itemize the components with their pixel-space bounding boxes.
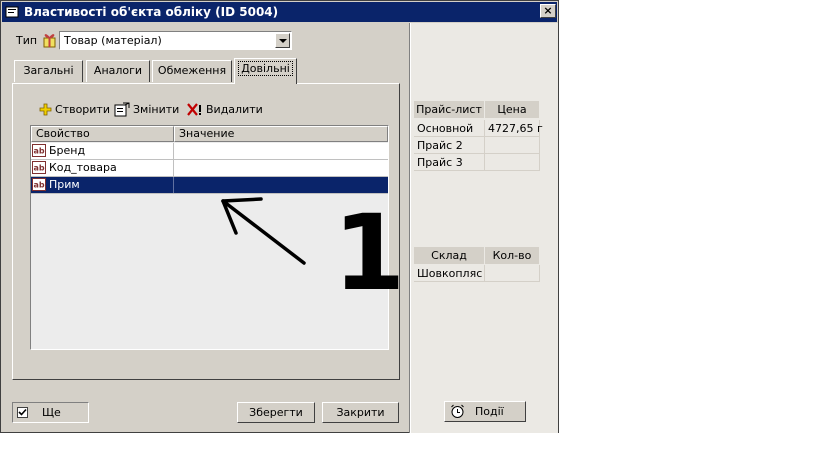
svg-text:ab: ab [34, 164, 45, 173]
column-header-value[interactable]: Значение [174, 126, 388, 142]
tab-analogs-label: Аналоги [93, 64, 143, 77]
window-title: Властивості об'єкта обліку (ID 5004) [24, 5, 279, 19]
more-checkbox-group[interactable]: Ще [12, 402, 89, 423]
tab-analogs[interactable]: Аналоги [86, 60, 150, 82]
delete-button-label: Видалити [206, 102, 263, 116]
column-divider [173, 160, 174, 176]
tab-custom[interactable]: Довільні [234, 58, 297, 84]
tab-restrictions-label: Обмеження [157, 64, 227, 77]
create-button[interactable]: Створити [39, 101, 110, 117]
svg-text:ab: ab [34, 147, 45, 156]
tab-restrictions[interactable]: Обмеження [152, 60, 232, 82]
price-row-value[interactable] [485, 137, 540, 154]
column-header-property[interactable]: Свойство [31, 126, 174, 142]
text-field-icon: ab [32, 161, 46, 174]
events-button-label: Події [475, 405, 504, 418]
column-divider [173, 177, 174, 193]
stock-header-qty: Кол-во [485, 247, 539, 264]
right-panel [411, 23, 558, 433]
chevron-down-icon[interactable] [275, 33, 290, 48]
delete-button[interactable]: Видалити [187, 101, 263, 117]
alarm-clock-icon [451, 404, 464, 418]
price-header-name: Прайс-лист [414, 101, 484, 118]
properties-dialog: Властивості об'єкта обліку (ID 5004) × Т… [0, 0, 559, 433]
annotation-number: 1 [333, 192, 406, 314]
edit-button[interactable]: Змінити [114, 101, 179, 117]
price-row-name[interactable]: Прайс 2 [414, 137, 485, 154]
price-row-name[interactable]: Прайс 3 [414, 154, 485, 171]
cell-property: Прим [49, 178, 80, 191]
window-icon [5, 6, 19, 18]
table-row[interactable]: ab Код_товара [31, 160, 388, 177]
cell-property: Код_товара [49, 161, 117, 174]
text-field-icon: ab [32, 178, 46, 191]
stock-row-warehouse[interactable]: Шовкопляс [414, 265, 485, 282]
close-button[interactable]: × [540, 4, 556, 18]
type-select-value: Товар (матеріал) [64, 34, 162, 47]
text-field-icon: ab [32, 144, 46, 157]
price-header-price: Цена [485, 101, 539, 118]
price-row-value[interactable] [485, 154, 540, 171]
delete-icon [187, 102, 201, 116]
svg-text:ab: ab [34, 181, 45, 190]
type-label: Тип [16, 34, 38, 47]
column-divider [173, 143, 174, 159]
tab-general[interactable]: Загальні [14, 60, 83, 82]
stock-header-warehouse: Склад [414, 247, 484, 264]
stock-row-qty[interactable] [485, 265, 540, 282]
price-row-value[interactable]: 4727,65 г [485, 120, 543, 137]
table-row[interactable]: ab Бренд [31, 143, 388, 160]
price-row-name[interactable]: Основной [414, 120, 485, 137]
checkmark-icon [18, 408, 27, 416]
more-checkbox[interactable] [17, 407, 28, 418]
edit-button-label: Змінити [133, 102, 180, 116]
type-select[interactable]: Товар (матеріал) [59, 31, 292, 50]
plus-icon [39, 103, 52, 115]
events-button[interactable]: Події [444, 401, 526, 422]
gift-box-icon [43, 34, 56, 48]
more-label: Ще [42, 406, 61, 419]
close-dialog-button[interactable]: Закрити [322, 402, 399, 423]
save-button[interactable]: Зберегти [237, 402, 315, 423]
cell-property: Бренд [49, 144, 86, 157]
edit-properties-icon [114, 102, 130, 116]
tab-custom-label: Довільні [238, 61, 293, 76]
create-button-label: Створити [55, 102, 110, 116]
tab-general-label: Загальні [23, 64, 74, 77]
title-bar[interactable]: Властивості об'єкта обліку (ID 5004) [2, 2, 557, 22]
